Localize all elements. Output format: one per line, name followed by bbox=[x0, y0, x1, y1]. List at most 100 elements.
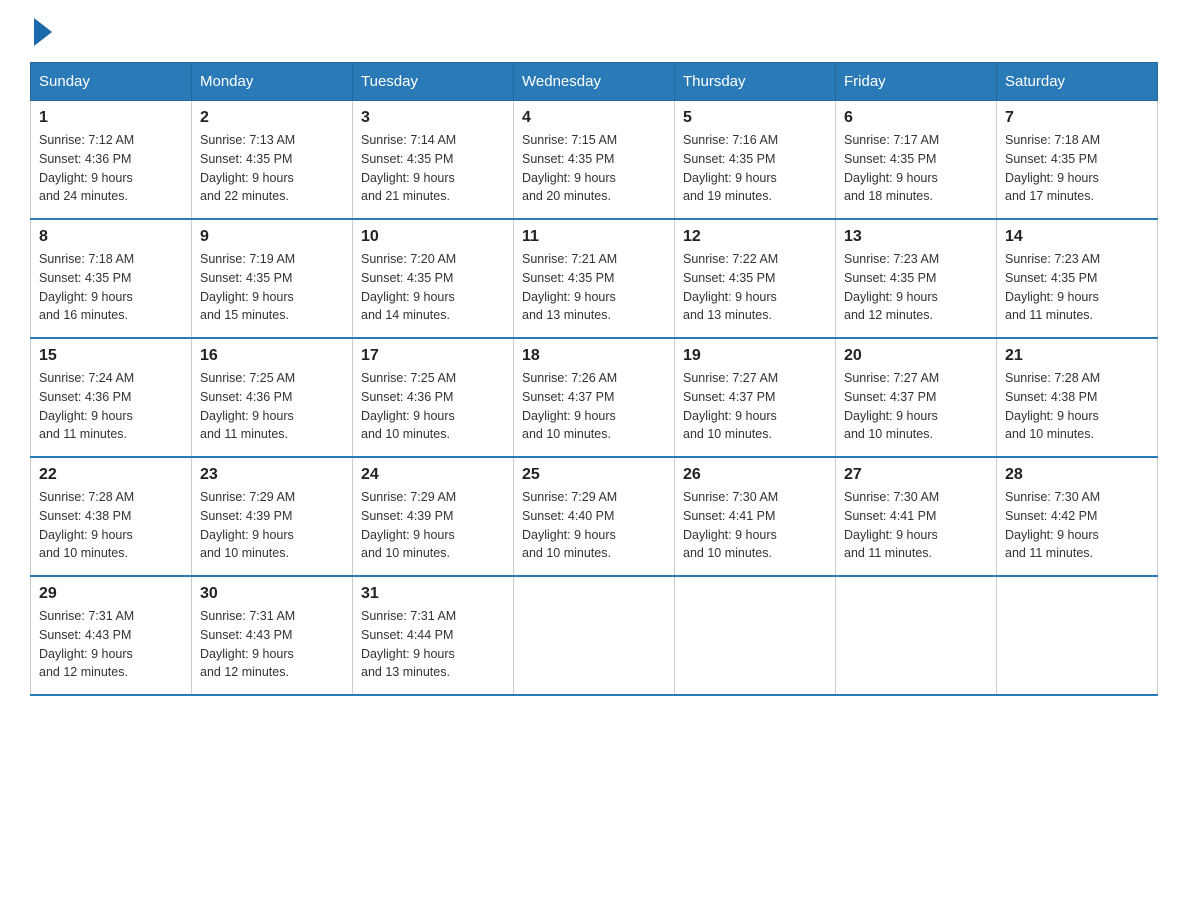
day-info: Sunrise: 7:16 AM Sunset: 4:35 PM Dayligh… bbox=[683, 131, 827, 206]
day-number: 7 bbox=[1005, 109, 1149, 127]
calendar-week-row: 8 Sunrise: 7:18 AM Sunset: 4:35 PM Dayli… bbox=[31, 219, 1158, 338]
day-info: Sunrise: 7:25 AM Sunset: 4:36 PM Dayligh… bbox=[361, 369, 505, 444]
day-number: 2 bbox=[200, 109, 344, 127]
calendar-day-cell bbox=[675, 576, 836, 695]
day-number: 26 bbox=[683, 466, 827, 484]
calendar-day-cell: 7 Sunrise: 7:18 AM Sunset: 4:35 PM Dayli… bbox=[997, 101, 1158, 220]
day-of-week-header: Thursday bbox=[675, 63, 836, 101]
calendar-day-cell: 13 Sunrise: 7:23 AM Sunset: 4:35 PM Dayl… bbox=[836, 219, 997, 338]
calendar-day-cell: 15 Sunrise: 7:24 AM Sunset: 4:36 PM Dayl… bbox=[31, 338, 192, 457]
day-number: 19 bbox=[683, 347, 827, 365]
calendar-day-cell: 1 Sunrise: 7:12 AM Sunset: 4:36 PM Dayli… bbox=[31, 101, 192, 220]
day-number: 3 bbox=[361, 109, 505, 127]
day-of-week-header: Saturday bbox=[997, 63, 1158, 101]
day-number: 25 bbox=[522, 466, 666, 484]
day-info: Sunrise: 7:23 AM Sunset: 4:35 PM Dayligh… bbox=[1005, 250, 1149, 325]
day-number: 1 bbox=[39, 109, 183, 127]
day-info: Sunrise: 7:24 AM Sunset: 4:36 PM Dayligh… bbox=[39, 369, 183, 444]
calendar-day-cell: 22 Sunrise: 7:28 AM Sunset: 4:38 PM Dayl… bbox=[31, 457, 192, 576]
calendar-day-cell bbox=[514, 576, 675, 695]
calendar-week-row: 29 Sunrise: 7:31 AM Sunset: 4:43 PM Dayl… bbox=[31, 576, 1158, 695]
calendar-day-cell: 11 Sunrise: 7:21 AM Sunset: 4:35 PM Dayl… bbox=[514, 219, 675, 338]
day-number: 16 bbox=[200, 347, 344, 365]
day-number: 20 bbox=[844, 347, 988, 365]
day-info: Sunrise: 7:25 AM Sunset: 4:36 PM Dayligh… bbox=[200, 369, 344, 444]
day-info: Sunrise: 7:20 AM Sunset: 4:35 PM Dayligh… bbox=[361, 250, 505, 325]
calendar-day-cell: 12 Sunrise: 7:22 AM Sunset: 4:35 PM Dayl… bbox=[675, 219, 836, 338]
day-number: 27 bbox=[844, 466, 988, 484]
calendar-day-cell bbox=[997, 576, 1158, 695]
day-number: 30 bbox=[200, 585, 344, 603]
day-number: 28 bbox=[1005, 466, 1149, 484]
calendar-day-cell: 25 Sunrise: 7:29 AM Sunset: 4:40 PM Dayl… bbox=[514, 457, 675, 576]
day-info: Sunrise: 7:29 AM Sunset: 4:39 PM Dayligh… bbox=[361, 488, 505, 563]
calendar-day-cell: 23 Sunrise: 7:29 AM Sunset: 4:39 PM Dayl… bbox=[192, 457, 353, 576]
day-info: Sunrise: 7:30 AM Sunset: 4:41 PM Dayligh… bbox=[683, 488, 827, 563]
calendar-day-cell: 8 Sunrise: 7:18 AM Sunset: 4:35 PM Dayli… bbox=[31, 219, 192, 338]
day-info: Sunrise: 7:27 AM Sunset: 4:37 PM Dayligh… bbox=[844, 369, 988, 444]
day-info: Sunrise: 7:23 AM Sunset: 4:35 PM Dayligh… bbox=[844, 250, 988, 325]
calendar-day-cell: 28 Sunrise: 7:30 AM Sunset: 4:42 PM Dayl… bbox=[997, 457, 1158, 576]
calendar-day-cell: 3 Sunrise: 7:14 AM Sunset: 4:35 PM Dayli… bbox=[353, 101, 514, 220]
calendar-day-cell: 21 Sunrise: 7:28 AM Sunset: 4:38 PM Dayl… bbox=[997, 338, 1158, 457]
day-number: 22 bbox=[39, 466, 183, 484]
calendar-header-row: SundayMondayTuesdayWednesdayThursdayFrid… bbox=[31, 63, 1158, 101]
day-info: Sunrise: 7:27 AM Sunset: 4:37 PM Dayligh… bbox=[683, 369, 827, 444]
day-number: 13 bbox=[844, 228, 988, 246]
day-info: Sunrise: 7:30 AM Sunset: 4:41 PM Dayligh… bbox=[844, 488, 988, 563]
day-of-week-header: Tuesday bbox=[353, 63, 514, 101]
calendar-day-cell: 16 Sunrise: 7:25 AM Sunset: 4:36 PM Dayl… bbox=[192, 338, 353, 457]
day-number: 15 bbox=[39, 347, 183, 365]
day-number: 6 bbox=[844, 109, 988, 127]
day-info: Sunrise: 7:29 AM Sunset: 4:39 PM Dayligh… bbox=[200, 488, 344, 563]
calendar-day-cell bbox=[836, 576, 997, 695]
logo-arrow-icon bbox=[34, 18, 52, 46]
day-info: Sunrise: 7:29 AM Sunset: 4:40 PM Dayligh… bbox=[522, 488, 666, 563]
day-info: Sunrise: 7:12 AM Sunset: 4:36 PM Dayligh… bbox=[39, 131, 183, 206]
day-info: Sunrise: 7:22 AM Sunset: 4:35 PM Dayligh… bbox=[683, 250, 827, 325]
calendar-day-cell: 4 Sunrise: 7:15 AM Sunset: 4:35 PM Dayli… bbox=[514, 101, 675, 220]
calendar-week-row: 22 Sunrise: 7:28 AM Sunset: 4:38 PM Dayl… bbox=[31, 457, 1158, 576]
calendar-day-cell: 29 Sunrise: 7:31 AM Sunset: 4:43 PM Dayl… bbox=[31, 576, 192, 695]
calendar-day-cell: 26 Sunrise: 7:30 AM Sunset: 4:41 PM Dayl… bbox=[675, 457, 836, 576]
day-info: Sunrise: 7:28 AM Sunset: 4:38 PM Dayligh… bbox=[1005, 369, 1149, 444]
calendar-day-cell: 31 Sunrise: 7:31 AM Sunset: 4:44 PM Dayl… bbox=[353, 576, 514, 695]
day-number: 8 bbox=[39, 228, 183, 246]
day-of-week-header: Friday bbox=[836, 63, 997, 101]
logo bbox=[30, 20, 52, 42]
calendar-day-cell: 14 Sunrise: 7:23 AM Sunset: 4:35 PM Dayl… bbox=[997, 219, 1158, 338]
day-info: Sunrise: 7:17 AM Sunset: 4:35 PM Dayligh… bbox=[844, 131, 988, 206]
day-number: 11 bbox=[522, 228, 666, 246]
calendar-day-cell: 18 Sunrise: 7:26 AM Sunset: 4:37 PM Dayl… bbox=[514, 338, 675, 457]
calendar-day-cell: 2 Sunrise: 7:13 AM Sunset: 4:35 PM Dayli… bbox=[192, 101, 353, 220]
calendar-day-cell: 20 Sunrise: 7:27 AM Sunset: 4:37 PM Dayl… bbox=[836, 338, 997, 457]
calendar-day-cell: 24 Sunrise: 7:29 AM Sunset: 4:39 PM Dayl… bbox=[353, 457, 514, 576]
calendar-table: SundayMondayTuesdayWednesdayThursdayFrid… bbox=[30, 62, 1158, 696]
day-info: Sunrise: 7:31 AM Sunset: 4:43 PM Dayligh… bbox=[200, 607, 344, 682]
day-number: 29 bbox=[39, 585, 183, 603]
day-number: 21 bbox=[1005, 347, 1149, 365]
day-number: 23 bbox=[200, 466, 344, 484]
day-info: Sunrise: 7:18 AM Sunset: 4:35 PM Dayligh… bbox=[1005, 131, 1149, 206]
calendar-day-cell: 19 Sunrise: 7:27 AM Sunset: 4:37 PM Dayl… bbox=[675, 338, 836, 457]
day-number: 24 bbox=[361, 466, 505, 484]
day-number: 14 bbox=[1005, 228, 1149, 246]
calendar-day-cell: 6 Sunrise: 7:17 AM Sunset: 4:35 PM Dayli… bbox=[836, 101, 997, 220]
day-of-week-header: Monday bbox=[192, 63, 353, 101]
day-info: Sunrise: 7:13 AM Sunset: 4:35 PM Dayligh… bbox=[200, 131, 344, 206]
day-info: Sunrise: 7:18 AM Sunset: 4:35 PM Dayligh… bbox=[39, 250, 183, 325]
day-number: 10 bbox=[361, 228, 505, 246]
day-info: Sunrise: 7:15 AM Sunset: 4:35 PM Dayligh… bbox=[522, 131, 666, 206]
day-info: Sunrise: 7:19 AM Sunset: 4:35 PM Dayligh… bbox=[200, 250, 344, 325]
day-number: 12 bbox=[683, 228, 827, 246]
day-info: Sunrise: 7:30 AM Sunset: 4:42 PM Dayligh… bbox=[1005, 488, 1149, 563]
calendar-day-cell: 17 Sunrise: 7:25 AM Sunset: 4:36 PM Dayl… bbox=[353, 338, 514, 457]
day-info: Sunrise: 7:31 AM Sunset: 4:44 PM Dayligh… bbox=[361, 607, 505, 682]
calendar-day-cell: 5 Sunrise: 7:16 AM Sunset: 4:35 PM Dayli… bbox=[675, 101, 836, 220]
calendar-day-cell: 30 Sunrise: 7:31 AM Sunset: 4:43 PM Dayl… bbox=[192, 576, 353, 695]
page-header bbox=[30, 20, 1158, 42]
day-info: Sunrise: 7:14 AM Sunset: 4:35 PM Dayligh… bbox=[361, 131, 505, 206]
calendar-day-cell: 10 Sunrise: 7:20 AM Sunset: 4:35 PM Dayl… bbox=[353, 219, 514, 338]
day-info: Sunrise: 7:28 AM Sunset: 4:38 PM Dayligh… bbox=[39, 488, 183, 563]
day-info: Sunrise: 7:26 AM Sunset: 4:37 PM Dayligh… bbox=[522, 369, 666, 444]
